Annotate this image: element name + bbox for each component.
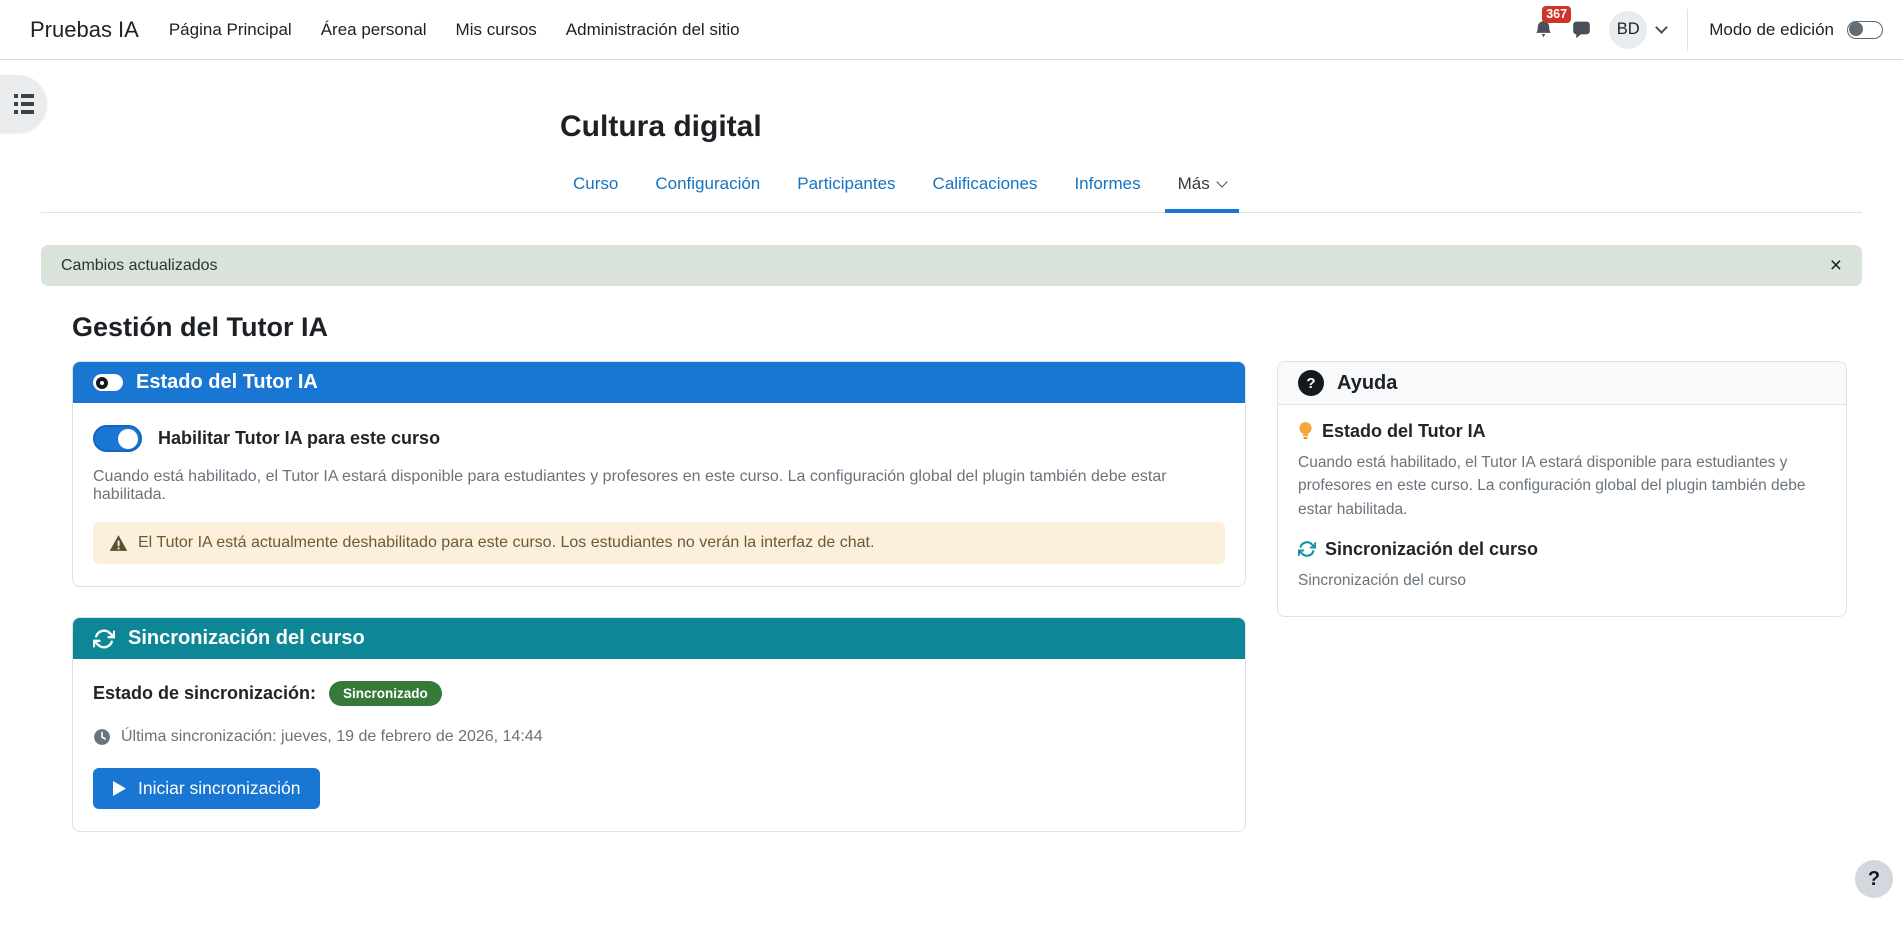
page-title: Cultura digital [560,110,1903,144]
help-card-title: Ayuda [1337,372,1397,395]
tutor-status-card-title: Estado del Tutor IA [136,371,318,394]
tab-mas-label: Más [1178,174,1210,194]
sync-icon [1298,540,1316,558]
left-column: Estado del Tutor IA Habilitar Tutor IA p… [72,361,1246,832]
enable-tutor-label: Habilitar Tutor IA para este curso [158,428,440,449]
chevron-down-icon [1655,21,1668,34]
warning-alert-message: El Tutor IA está actualmente deshabilita… [138,534,874,552]
start-sync-button-label: Iniciar sincronización [138,778,300,799]
help-section-title: Estado del Tutor IA [1322,421,1486,442]
tab-mas[interactable]: Más [1165,174,1239,213]
tab-informes[interactable]: Informes [1061,174,1153,212]
tab-curso[interactable]: Curso [560,174,631,212]
help-section-text: Sincronización del curso [1298,569,1826,592]
help-card-header: ? Ayuda [1278,362,1846,405]
nav-item-home[interactable]: Página Principal [169,20,292,40]
secondary-navigation: Curso Configuración Participantes Califi… [41,174,1862,213]
nav-item-my-courses[interactable]: Mis cursos [456,20,537,40]
tab-configuracion[interactable]: Configuración [642,174,773,212]
edit-mode-control: Modo de edición [1709,20,1883,40]
tutor-status-card: Estado del Tutor IA Habilitar Tutor IA p… [72,361,1246,587]
clock-icon [93,728,111,746]
status-badge: Sincronizado [329,681,442,706]
tab-participantes[interactable]: Participantes [784,174,908,212]
section-heading: Gestión del Tutor IA [72,312,1847,343]
tutor-status-card-header: Estado del Tutor IA [73,362,1245,403]
open-course-index-button[interactable] [0,75,47,133]
site-brand[interactable]: Pruebas IA [30,17,139,43]
edit-mode-label: Modo de edición [1709,20,1834,40]
notifications-button[interactable]: 367 [1533,19,1554,41]
last-sync-text: Última sincronización: jueves, 19 de feb… [121,728,543,746]
main-content: Gestión del Tutor IA Estado del Tutor IA… [72,312,1847,832]
chevron-down-icon [1216,176,1227,187]
success-alert-message: Cambios actualizados [61,257,218,275]
edit-mode-toggle[interactable] [1847,21,1883,39]
tutor-status-description: Cuando está habilitado, el Tutor IA esta… [93,468,1225,504]
navbar-divider [1687,9,1688,51]
close-icon[interactable]: × [1830,255,1842,276]
sync-status-label: Estado de sincronización: [93,683,316,704]
messages-button[interactable] [1571,19,1592,40]
success-alert: Cambios actualizados × [41,245,1862,286]
right-column: ? Ayuda Estado del Tutor IA [1277,361,1847,617]
avatar[interactable]: BD [1609,11,1647,49]
user-menu[interactable]: BD [1609,11,1666,49]
play-icon [113,781,126,796]
toggle-on-icon [93,374,123,391]
warning-icon [109,534,128,552]
primary-nav: Página Principal Área personal Mis curso… [169,20,740,40]
nav-item-dashboard[interactable]: Área personal [321,20,427,40]
enable-tutor-toggle[interactable] [93,425,142,452]
chat-icon [1571,19,1592,40]
sync-icon [93,628,115,650]
floating-help-button[interactable]: ? [1855,860,1893,898]
sync-card-header: Sincronización del curso [73,618,1245,659]
course-index-icon [14,94,34,114]
sync-card: Sincronización del curso Estado de sincr… [72,617,1246,832]
warning-alert: El Tutor IA está actualmente deshabilita… [93,522,1225,564]
nav-item-site-admin[interactable]: Administración del sitio [566,20,740,40]
help-section-text: Cuando está habilitado, el Tutor IA esta… [1298,451,1826,521]
start-sync-button[interactable]: Iniciar sincronización [93,768,320,809]
tab-calificaciones[interactable]: Calificaciones [920,174,1051,212]
top-navbar: Pruebas IA Página Principal Área persona… [0,0,1903,60]
navbar-right: 367 BD Modo de edición [1533,9,1883,51]
lightbulb-icon [1298,421,1313,442]
help-card: ? Ayuda Estado del Tutor IA [1277,361,1847,617]
sync-card-title: Sincronización del curso [128,627,365,650]
question-circle-icon: ? [1298,370,1324,396]
notification-count-badge: 367 [1542,6,1571,23]
help-section-title: Sincronización del curso [1325,539,1538,560]
